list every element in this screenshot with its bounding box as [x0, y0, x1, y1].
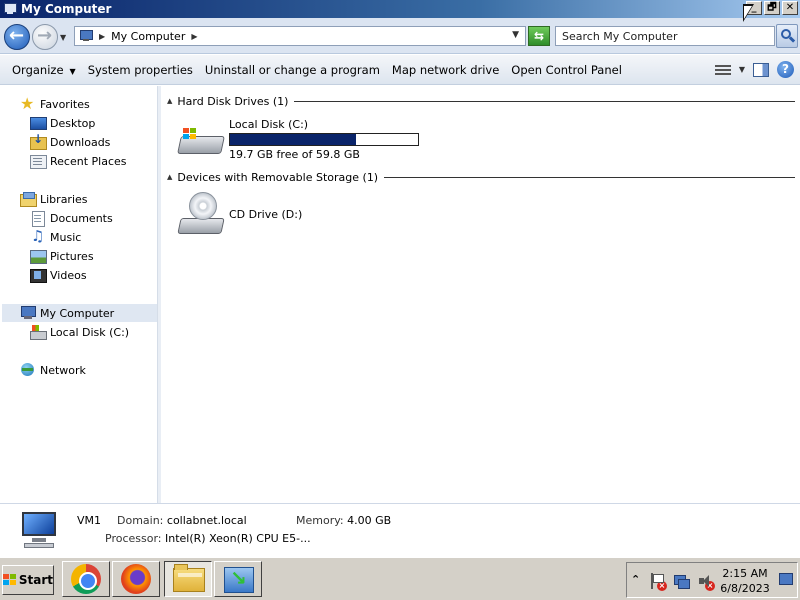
breadcrumb-my-computer[interactable]: My Computer: [111, 30, 185, 43]
disk-usage-fill: [230, 134, 356, 145]
recent-places-icon: [30, 154, 47, 169]
domain-info: Domain: collabnet.local: [117, 514, 247, 527]
sidebar-item-my-computer[interactable]: My Computer: [2, 304, 157, 322]
taskbar-explorer[interactable]: [164, 561, 212, 597]
navigation-pane: Favorites Desktop Downloads Recent Place…: [0, 86, 157, 503]
downloads-icon: [30, 132, 47, 150]
drive-local-disk-c[interactable]: Local Disk (C:) 19.7 GB free of 59.8 GB: [177, 116, 419, 162]
sidebar-item-local-disk[interactable]: Local Disk (C:): [30, 323, 129, 341]
details-pane: VM1 Domain: collabnet.local Memory: 4.00…: [0, 503, 800, 557]
computer-icon: [79, 30, 93, 42]
restore-button[interactable]: 🗗: [764, 1, 780, 15]
open-control-panel-button[interactable]: Open Control Panel: [505, 63, 628, 77]
sidebar-item-network[interactable]: Network: [20, 361, 86, 379]
content-pane: ▲ Hard Disk Drives (1) Local Disk (C:) 1…: [162, 86, 800, 503]
explorer-icon: [173, 564, 205, 592]
sidebar-item-pictures[interactable]: Pictures: [30, 247, 94, 265]
forward-button[interactable]: [32, 24, 58, 50]
chrome-icon: [71, 564, 101, 594]
sidebar-item-desktop[interactable]: Desktop: [30, 114, 95, 132]
taskbar-firefox[interactable]: [112, 561, 160, 597]
close-button[interactable]: ✕: [782, 1, 798, 15]
taskbar-download-app[interactable]: [214, 561, 262, 597]
navigation-bar: ▼ ▶ My Computer ▶ ▼ ⇆ Search My Computer: [0, 18, 800, 54]
sidebar-item-recent-places[interactable]: Recent Places: [30, 152, 127, 170]
libraries-icon: [20, 192, 37, 207]
help-icon[interactable]: ?: [777, 61, 794, 78]
desktop-icon: [30, 116, 47, 130]
breadcrumb-separator-icon[interactable]: ▶: [99, 32, 105, 41]
back-button[interactable]: [4, 24, 30, 50]
pane-splitter[interactable]: [157, 86, 161, 503]
music-icon: [30, 227, 46, 245]
uninstall-program-button[interactable]: Uninstall or change a program: [199, 63, 386, 77]
address-dropdown-icon[interactable]: ▼: [512, 30, 519, 40]
local-disk-icon: [30, 325, 47, 340]
group-header-hard-disk-drives[interactable]: ▲ Hard Disk Drives (1): [167, 93, 795, 109]
group-header-removable-storage[interactable]: ▲ Devices with Removable Storage (1): [167, 169, 795, 185]
show-desktop-icon[interactable]: [779, 573, 793, 585]
view-options-dropdown-icon[interactable]: ▼: [739, 65, 745, 74]
volume-icon[interactable]: ×: [697, 573, 715, 591]
clock-time: 2:15 AM: [722, 567, 768, 580]
drive-cd-d[interactable]: CD Drive (D:): [177, 192, 302, 238]
documents-icon: [30, 211, 46, 227]
videos-icon: [30, 268, 47, 283]
memory-info: Memory: 4.00 GB: [296, 514, 392, 527]
hard-disk-icon: [177, 116, 225, 162]
firefox-icon: [121, 564, 151, 594]
change-view-icon[interactable]: [714, 63, 731, 77]
star-icon: [20, 94, 36, 113]
address-bar[interactable]: ▶ My Computer ▶ ▼: [74, 26, 526, 46]
view-controls: ▼ ?: [714, 61, 794, 78]
clock-date: 6/8/2023: [720, 582, 770, 595]
windows-logo-icon: [3, 574, 16, 586]
collapse-icon[interactable]: ▲: [167, 173, 172, 181]
map-network-drive-button[interactable]: Map network drive: [386, 63, 505, 77]
disk-usage-bar: [229, 133, 419, 146]
start-button[interactable]: Start: [2, 565, 54, 595]
download-icon: [224, 566, 254, 593]
pictures-icon: [30, 249, 47, 264]
search-input[interactable]: Search My Computer: [555, 26, 775, 46]
processor-info: Processor: Intel(R) Xeon(R) CPU E5-...: [105, 532, 311, 545]
sidebar-item-documents[interactable]: Documents: [30, 209, 113, 227]
chevron-down-icon: ▼: [69, 66, 76, 76]
preview-pane-icon[interactable]: [753, 62, 769, 77]
sidebar-item-downloads[interactable]: Downloads: [30, 132, 110, 151]
search-button[interactable]: [776, 24, 798, 48]
system-properties-button[interactable]: System properties: [82, 63, 199, 77]
taskbar: Start ⌃ × × 2:15 AM 6/8/2023: [0, 557, 800, 600]
cd-drive-icon: [177, 192, 225, 238]
sidebar-item-videos[interactable]: Videos: [30, 266, 87, 284]
computer-icon: [3, 3, 17, 15]
collapse-icon[interactable]: ▲: [167, 97, 172, 105]
taskbar-chrome[interactable]: [62, 561, 110, 597]
breadcrumb-chevron-icon[interactable]: ▶: [191, 32, 197, 41]
sidebar-item-libraries[interactable]: Libraries: [20, 190, 88, 208]
show-hidden-icons-icon[interactable]: ⌃: [631, 573, 640, 586]
window-title: My Computer: [21, 2, 112, 16]
drive-name: Local Disk (C:): [229, 118, 309, 131]
system-tray: ⌃ × × 2:15 AM 6/8/2023: [626, 562, 798, 598]
sidebar-item-favorites[interactable]: Favorites: [20, 94, 90, 113]
network-status-icon[interactable]: [673, 573, 690, 589]
computer-icon: [18, 510, 62, 550]
clock[interactable]: 2:15 AM 6/8/2023: [715, 566, 775, 596]
recent-pages-dropdown[interactable]: ▼: [60, 33, 66, 42]
command-bar: Organize ▼ System properties Uninstall or…: [0, 55, 800, 85]
sidebar-item-music[interactable]: Music: [30, 227, 81, 246]
network-icon: [20, 363, 36, 377]
drive-name: CD Drive (D:): [229, 208, 303, 221]
action-center-icon[interactable]: ×: [649, 573, 667, 591]
computer-icon: [20, 306, 36, 320]
title-bar[interactable]: My Computer _ 🗗 ✕: [0, 0, 800, 18]
organize-menu[interactable]: Organize ▼: [6, 63, 82, 77]
drive-free-space: 19.7 GB free of 59.8 GB: [229, 148, 360, 161]
computer-name: VM1: [77, 514, 102, 527]
refresh-button[interactable]: ⇆: [528, 26, 550, 46]
